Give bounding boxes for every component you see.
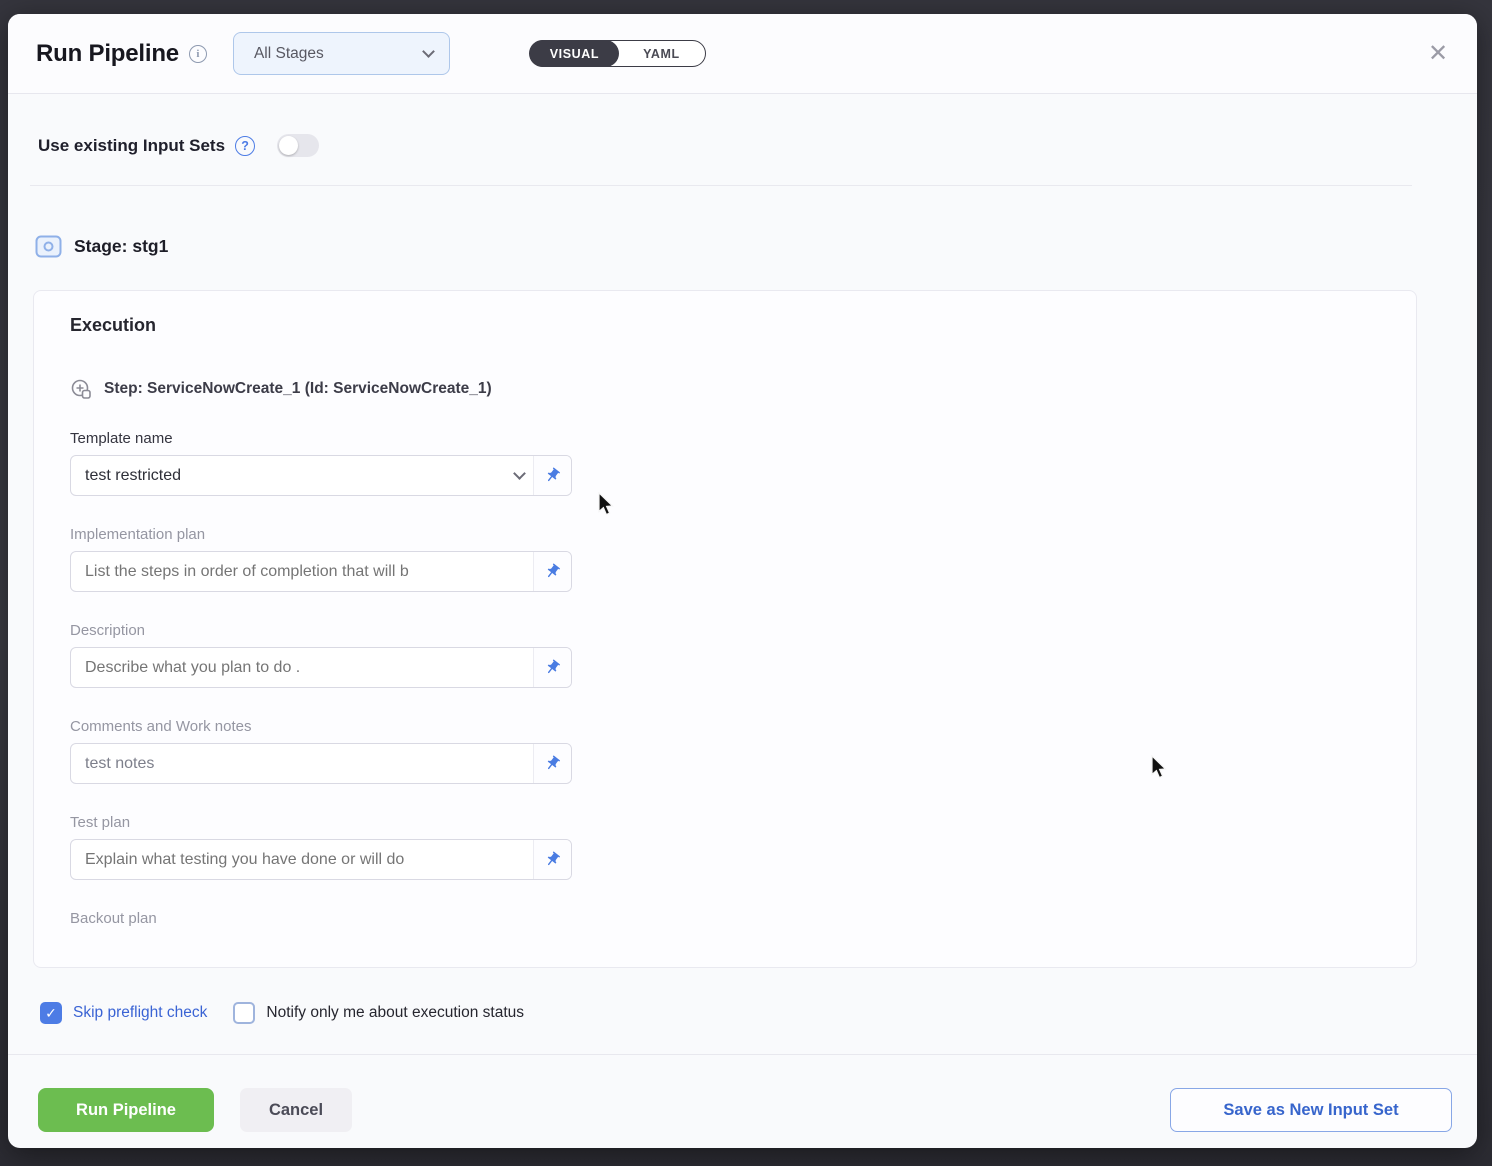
input-sets-label: Use existing Input Sets — [38, 136, 225, 156]
pin-icon[interactable] — [533, 456, 571, 495]
stage-label: Stage: stg1 — [74, 236, 168, 257]
footer-checkboxes: ✓ Skip preflight check Notify only me ab… — [40, 1002, 524, 1024]
input-sets-toggle[interactable] — [277, 134, 319, 157]
implementation-plan-field — [70, 551, 572, 592]
step-row: Step: ServiceNowCreate_1 (Id: ServiceNow… — [70, 378, 1380, 400]
notify-me-checkbox[interactable] — [233, 1002, 255, 1024]
execution-card: Execution Step: ServiceNowCreate_1 (Id: … — [33, 290, 1417, 968]
pin-icon[interactable] — [533, 648, 571, 687]
chevron-down-icon[interactable] — [505, 473, 533, 478]
stage-row: Stage: stg1 — [35, 235, 168, 258]
run-pipeline-button[interactable]: Run Pipeline — [38, 1088, 214, 1132]
info-icon[interactable]: i — [189, 45, 207, 63]
field-label-implementation-plan: Implementation plan — [70, 526, 1380, 543]
page-title: Run Pipeline — [36, 40, 179, 68]
help-icon[interactable]: ? — [235, 136, 255, 156]
field-label-test-plan: Test plan — [70, 814, 1380, 831]
tab-visual[interactable]: VISUAL — [529, 40, 619, 67]
field-label-description: Description — [70, 622, 1380, 639]
pin-icon[interactable] — [533, 744, 571, 783]
description-input[interactable] — [71, 659, 533, 677]
checkmark-icon: ✓ — [45, 1005, 57, 1022]
implementation-plan-input[interactable] — [71, 563, 533, 581]
close-icon[interactable]: ✕ — [1421, 37, 1455, 71]
divider — [30, 185, 1412, 186]
tab-yaml[interactable]: YAML — [616, 40, 706, 67]
chevron-down-icon — [422, 45, 435, 58]
comments-field — [70, 743, 572, 784]
field-label-backout-plan: Backout plan — [70, 910, 1380, 927]
backdrop: Run Pipeline i All Stages VISUAL YAML ✕ … — [0, 0, 1492, 1166]
stage-selector-value: All Stages — [254, 45, 424, 63]
modal-header: Run Pipeline i All Stages VISUAL YAML ✕ — [8, 14, 1477, 94]
save-as-new-input-set-button[interactable]: Save as New Input Set — [1170, 1088, 1452, 1132]
test-plan-field — [70, 839, 572, 880]
template-name-input[interactable] — [71, 467, 505, 485]
skip-preflight-label[interactable]: Skip preflight check — [73, 1004, 207, 1022]
step-plus-icon — [70, 378, 92, 400]
view-toggle: VISUAL YAML — [530, 40, 706, 67]
divider — [8, 1054, 1477, 1055]
step-label: Step: ServiceNowCreate_1 (Id: ServiceNow… — [104, 380, 492, 398]
custom-stage-icon — [35, 235, 62, 258]
input-sets-row: Use existing Input Sets ? — [38, 134, 319, 157]
comments-input[interactable] — [71, 755, 533, 773]
toggle-knob — [279, 136, 298, 155]
run-pipeline-modal: Run Pipeline i All Stages VISUAL YAML ✕ … — [8, 14, 1477, 1148]
template-name-select — [70, 455, 572, 496]
notify-me-label[interactable]: Notify only me about execution status — [266, 1004, 524, 1022]
skip-preflight-checkbox[interactable]: ✓ — [40, 1002, 62, 1024]
stage-selector-dropdown[interactable]: All Stages — [233, 32, 450, 75]
execution-title: Execution — [70, 315, 1380, 336]
test-plan-input[interactable] — [71, 851, 533, 869]
description-field — [70, 647, 572, 688]
footer-buttons: Run Pipeline Cancel Save as New Input Se… — [38, 1088, 1452, 1132]
cancel-button[interactable]: Cancel — [240, 1088, 352, 1132]
pin-icon[interactable] — [533, 840, 571, 879]
field-label-template-name: Template name — [70, 430, 1380, 447]
pin-icon[interactable] — [533, 552, 571, 591]
field-label-comments: Comments and Work notes — [70, 718, 1380, 735]
